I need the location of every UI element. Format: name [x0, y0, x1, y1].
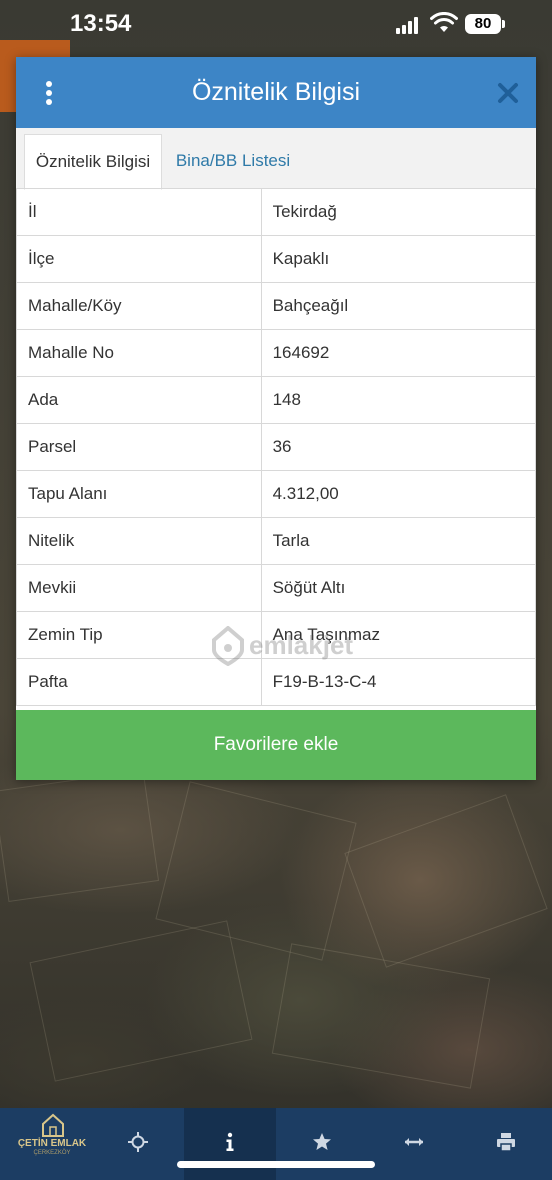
location-pin-icon	[212, 626, 244, 666]
battery-tip	[502, 20, 505, 28]
crosshair-icon	[128, 1132, 148, 1152]
dialog-title: Öznitelik Bilgisi	[191, 78, 361, 106]
attribute-key: İl	[16, 188, 262, 236]
attribute-value: Tekirdağ	[260, 188, 537, 236]
table-row: Nitelik Tarla	[16, 517, 537, 565]
cellular-signal-icon	[396, 16, 422, 34]
close-icon[interactable]	[496, 81, 520, 105]
attribute-key: Tapu Alanı	[16, 470, 262, 518]
attribute-value: Kapaklı	[260, 235, 537, 283]
star-icon	[313, 1133, 331, 1150]
table-row: Mahalle/Köy Bahçeağıl	[16, 282, 537, 330]
add-to-favorites-button[interactable]: Favorilere ekle	[16, 710, 536, 780]
map-field	[29, 920, 253, 1082]
emlakjet-watermark: emlakjet	[211, 624, 381, 668]
measure-icon	[405, 1138, 423, 1146]
attribute-key: Mahalle/Köy	[16, 282, 262, 330]
attribute-key: Parsel	[16, 423, 262, 471]
info-button[interactable]	[184, 1108, 276, 1180]
logo-text: ÇETİN EMLAK	[17, 1138, 87, 1149]
attribute-info-dialog: Öznitelik Bilgisi Öznitelik Bilgisi Bina…	[16, 57, 537, 780]
status-time: 13:54	[70, 10, 132, 37]
home-indicator	[177, 1161, 375, 1168]
info-icon	[226, 1132, 234, 1151]
attribute-value: 4.312,00	[260, 470, 537, 518]
map-field	[271, 943, 491, 1089]
attribute-key: Nitelik	[16, 517, 262, 565]
table-row: Parsel 36	[16, 423, 537, 471]
dialog-tabs: Öznitelik Bilgisi Bina/BB Listesi	[16, 128, 536, 190]
table-row: Mevkii Söğüt Altı	[16, 564, 537, 612]
print-icon	[497, 1133, 515, 1152]
table-row: İl Tekirdağ	[16, 188, 537, 236]
wifi-icon	[430, 12, 458, 32]
cetin-emlak-logo: ÇETİN EMLAK ÇERKEZKÖY	[10, 1108, 94, 1180]
attribute-value: 36	[260, 423, 537, 471]
house-logo-icon	[42, 1113, 64, 1137]
map-field	[344, 794, 548, 968]
attribute-key: Mahalle No	[16, 329, 262, 377]
more-options-icon[interactable]	[38, 79, 62, 107]
map-field	[0, 769, 160, 903]
battery-indicator: 80	[465, 14, 501, 34]
measure-button[interactable]	[368, 1108, 460, 1180]
print-button[interactable]	[460, 1108, 552, 1180]
dialog-header: Öznitelik Bilgisi	[16, 57, 536, 128]
table-row: Tapu Alanı 4.312,00	[16, 470, 537, 518]
attribute-value: Söğüt Altı	[260, 564, 537, 612]
attribute-value: 164692	[260, 329, 537, 377]
attribute-key: İlçe	[16, 235, 262, 283]
watermark-text: emlakjet	[249, 630, 354, 660]
table-row: Mahalle No 164692	[16, 329, 537, 377]
attribute-key: Ada	[16, 376, 262, 424]
favorites-button[interactable]	[276, 1108, 368, 1180]
table-row: Ada 148	[16, 376, 537, 424]
locate-button[interactable]	[92, 1108, 184, 1180]
logo-subtext: ÇERKEZKÖY	[33, 1150, 71, 1156]
attribute-key: Mevkii	[16, 564, 262, 612]
tab-building-list[interactable]: Bina/BB Listesi	[166, 134, 300, 188]
status-bar: 13:54 80	[0, 0, 552, 48]
attribute-value: Tarla	[260, 517, 537, 565]
attribute-value: 148	[260, 376, 537, 424]
table-row: İlçe Kapaklı	[16, 235, 537, 283]
bottom-toolbar: ÇETİN EMLAK ÇERKEZKÖY	[0, 1108, 552, 1180]
tab-attribute-info[interactable]: Öznitelik Bilgisi	[24, 134, 162, 190]
attribute-value: Bahçeağıl	[260, 282, 537, 330]
